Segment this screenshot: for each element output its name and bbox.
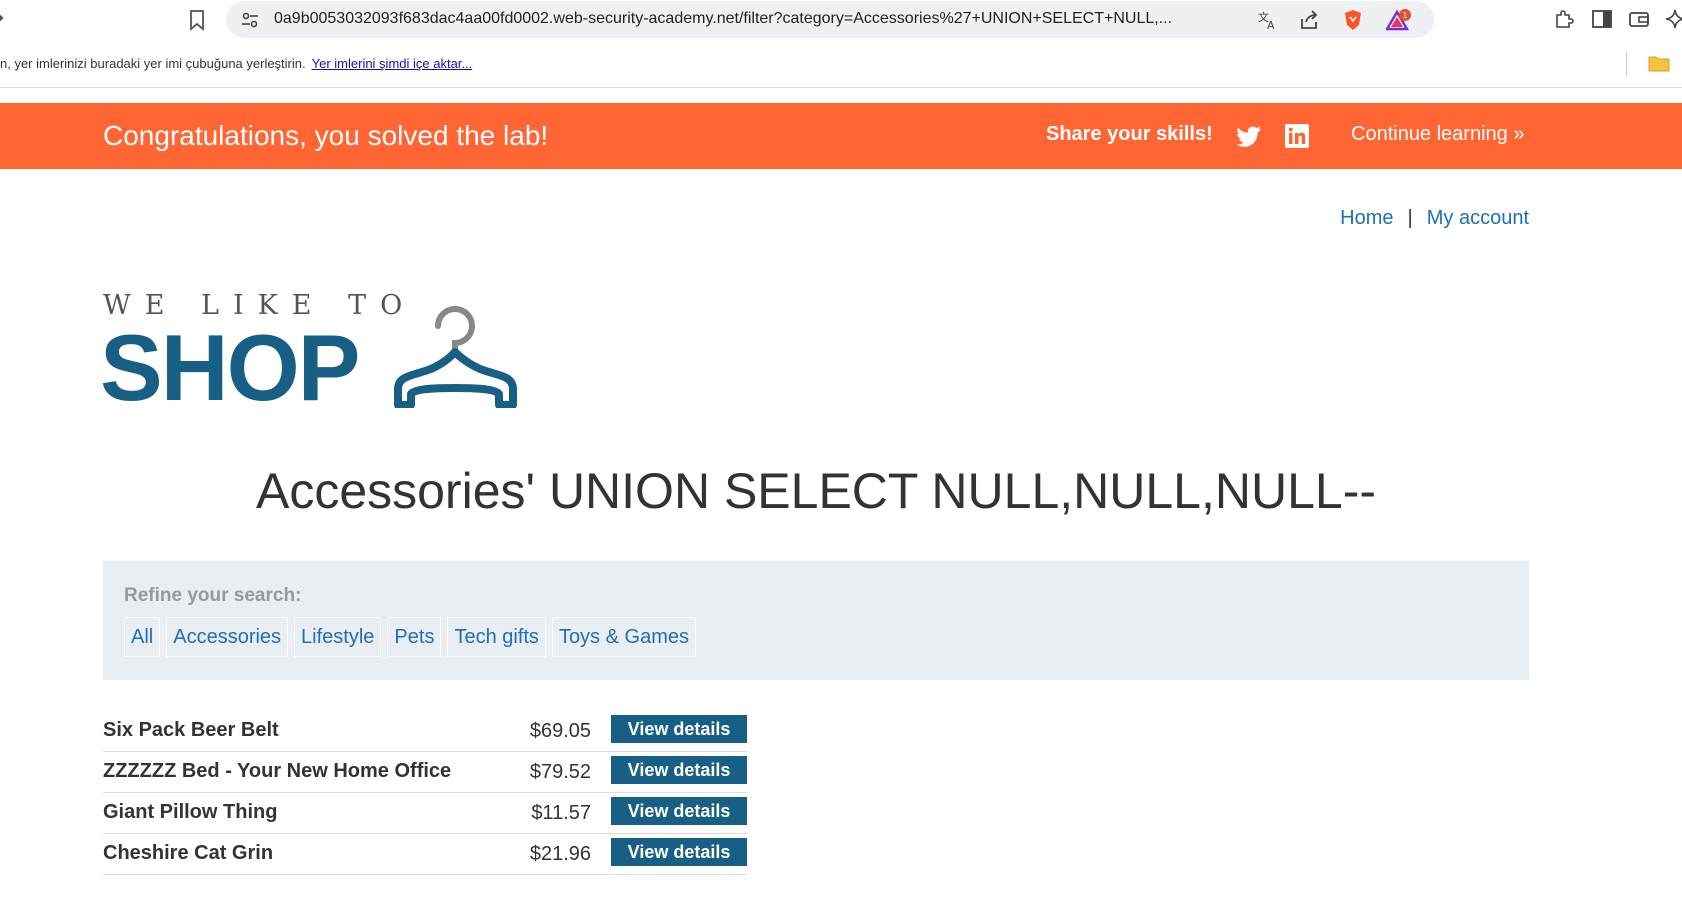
bookmarks-bar: n, yer imlerinizi buradaki yer imi çubuğ… — [0, 44, 1682, 88]
svg-text:A: A — [1267, 19, 1275, 31]
continue-learning-label: Continue learning — [1351, 123, 1508, 145]
table-row: Giant Pillow Thing $11.57 View details — [103, 793, 747, 834]
bookmarks-bar-text: n, yer imlerinizi buradaki yer imi çubuğ… — [0, 56, 306, 71]
table-row: Cheshire Cat Grin $21.96 View details — [103, 834, 747, 875]
lab-solved-banner: Congratulations, you solved the lab! Sha… — [0, 103, 1682, 169]
address-bar[interactable]: 0a9b0053032093f683dac4aa00fd0002.web-sec… — [226, 1, 1434, 38]
my-account-link[interactable]: My account — [1427, 207, 1529, 229]
home-link[interactable]: Home — [1340, 207, 1393, 229]
filter-toys-games[interactable]: Toys & Games — [551, 617, 696, 657]
bookmarks-bar-hint: n, yer imlerinizi buradaki yer imi çubuğ… — [0, 56, 472, 71]
back-arrow-icon[interactable] — [0, 8, 6, 28]
share-skills-label: Share your skills! — [1046, 123, 1213, 145]
filter-heading: Refine your search: — [124, 585, 302, 606]
filter-panel: Refine your search: All Accessories Life… — [103, 561, 1529, 680]
banner-title: Congratulations, you solved the lab! — [103, 120, 549, 151]
product-name: Six Pack Beer Belt — [103, 719, 279, 741]
brave-rewards-icon[interactable]: 1 — [1384, 9, 1411, 31]
product-price: $21.96 — [529, 843, 591, 865]
view-details-button[interactable]: View details — [611, 756, 747, 784]
sidebar-icon[interactable] — [1591, 8, 1613, 30]
bookmarks-divider — [1626, 52, 1627, 76]
table-row: Six Pack Beer Belt $69.05 View details — [103, 711, 747, 752]
browser-toolbar: 0a9b0053032093f683dac4aa00fd0002.web-sec… — [0, 0, 1682, 40]
table-row: ZZZZZZ Bed - Your New Home Office $79.52… — [103, 752, 747, 793]
filter-pets[interactable]: Pets — [387, 617, 442, 657]
category-filter-list: All Accessories Lifestyle Pets Tech gift… — [124, 617, 696, 657]
product-table: Six Pack Beer Belt $69.05 View details Z… — [103, 711, 747, 875]
nav-separator: | — [1407, 207, 1413, 229]
product-name: ZZZZZZ Bed - Your New Home Office — [103, 760, 452, 782]
filter-lifestyle[interactable]: Lifestyle — [294, 617, 382, 657]
filter-accessories[interactable]: Accessories — [166, 617, 289, 657]
brave-shield-icon[interactable] — [1342, 9, 1364, 31]
product-price: $79.52 — [529, 761, 591, 783]
product-price: $11.57 — [531, 802, 591, 824]
folder-icon[interactable] — [1648, 54, 1670, 72]
page-title: Accessories' UNION SELECT NULL,NULL,NULL… — [255, 463, 1377, 519]
view-details-button[interactable]: View details — [611, 797, 747, 825]
continue-learning-link[interactable]: Continue learning » — [1351, 123, 1524, 146]
ai-assistant-icon[interactable] — [1664, 8, 1682, 30]
site-info-icon[interactable] — [240, 10, 260, 30]
logo-brand: SHOP — [100, 315, 360, 420]
share-icon[interactable] — [1298, 9, 1320, 31]
url-text[interactable]: 0a9b0053032093f683dac4aa00fd0002.web-sec… — [274, 10, 1264, 30]
notification-badge: 1 — [1402, 11, 1407, 20]
double-chevron-icon: » — [1513, 123, 1525, 145]
product-name: Cheshire Cat Grin — [103, 842, 274, 864]
bookmark-icon[interactable] — [188, 9, 206, 31]
extensions-icon[interactable] — [1553, 8, 1575, 30]
product-price: $69.05 — [529, 720, 591, 742]
filter-tech-gifts[interactable]: Tech gifts — [447, 617, 546, 657]
view-details-button[interactable]: View details — [611, 715, 747, 743]
import-bookmarks-link[interactable]: Yer imlerini şimdi içe aktar... — [312, 56, 473, 71]
filter-all[interactable]: All — [124, 617, 161, 657]
linkedin-icon[interactable] — [1285, 124, 1309, 148]
wallet-icon[interactable] — [1628, 8, 1650, 30]
translate-icon[interactable]: 文 A — [1257, 9, 1279, 32]
hanger-icon — [393, 294, 553, 409]
product-name: Giant Pillow Thing — [103, 801, 278, 823]
view-details-button[interactable]: View details — [611, 838, 747, 866]
top-nav: Home | My account — [1340, 207, 1529, 230]
twitter-icon[interactable] — [1236, 124, 1262, 148]
shop-logo[interactable]: WE LIKE TO SHOP — [100, 290, 563, 420]
